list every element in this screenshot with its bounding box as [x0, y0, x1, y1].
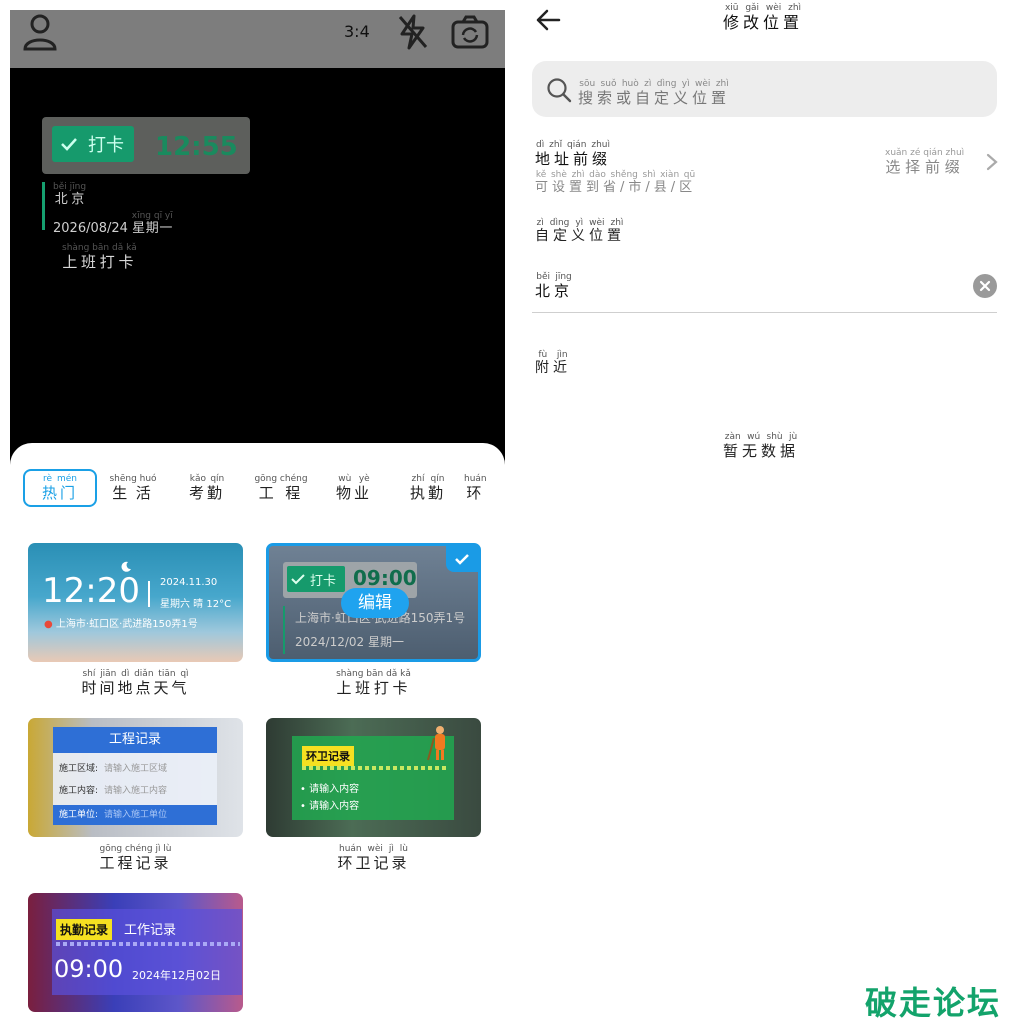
template-card-duty[interactable]: 执勤记录 工作记录 09:00 2024年12月02日 — [28, 893, 243, 1012]
card-address: ● 上海市·虹口区·武进路150弄1号 — [44, 619, 198, 630]
template-card-time-weather[interactable]: 12:20 2024.11.30 星期六 晴 12°C ● 上海市·虹口区·武进… — [28, 543, 243, 662]
template-sheet: 热门rè mén 生活shēng huó 考勤kǎo qín 工程gōng ch… — [10, 443, 505, 1020]
sweeper-icon — [427, 726, 445, 761]
card-date: 2024年12月02日 — [132, 969, 221, 982]
nearby-label: 附近fù jìn — [535, 350, 571, 376]
watermark-subtitle: 上班打卡shàng bān dǎ kǎ — [62, 243, 137, 271]
clock-in-label: 打卡 — [88, 135, 124, 156]
location-pin-icon: ● — [44, 619, 53, 630]
card-divider — [56, 942, 240, 946]
card-time: 09:00 — [353, 566, 417, 590]
camera-toolbar: 3:4 — [10, 10, 505, 68]
template-label-engineering: 工程记录gōng chéng jì lù — [99, 844, 172, 872]
address-prefix-label: 地址前缀dì zhǐ qián zhuì — [535, 140, 612, 168]
tab-duty[interactable]: 执勤zhí qín — [391, 469, 465, 507]
template-label-clock-in: 上班打卡shàng bān dǎ kǎ — [336, 669, 411, 697]
category-tabs: 热门rè mén 生活shēng huó 考勤kǎo qín 工程gōng ch… — [10, 467, 505, 509]
card-date: 2024.11.30 — [160, 577, 218, 588]
camera-panel: 3:4 打卡 12:55 北京běi jīng 2026/08/24 星期一xī… — [10, 10, 505, 1020]
watermark-date: 2026/08/24 星期一xīng qī yī — [53, 211, 173, 236]
clock-in-chip: 打卡 — [52, 126, 134, 162]
template-card-sanitation[interactable]: 环卫记录 • 请输入内容 • 请输入内容 — [266, 718, 481, 837]
card-row: • 请输入内容 — [300, 784, 360, 795]
template-card-engineering[interactable]: 工程记录 施工区域: 请输入施工区域 施工内容: 请输入施工内容 施工单位: 请输入施… — [28, 718, 243, 837]
select-prefix-button[interactable]: 选择前缀xuǎn zé qián zhuì — [885, 148, 964, 177]
empty-state-text: 暂无数据zàn wú shù jù — [723, 432, 800, 460]
card-tag: 执勤记录 — [56, 919, 113, 940]
card-tag: 环卫记录 — [302, 746, 354, 766]
page-title: 修改位置xiū gǎi wèi zhì — [723, 3, 804, 32]
card-divider — [148, 581, 150, 607]
card-row-unit: 施工单位: 请输入施工单位 — [53, 805, 217, 825]
card-header: 工程记录 — [53, 727, 217, 753]
card-title: 工作记录 — [124, 923, 177, 938]
card-time: 09:00 — [54, 955, 124, 983]
watermark-timestamp[interactable]: 打卡 12:55 — [42, 117, 250, 174]
edit-location-panel: 修改位置xiū gǎi wèi zhì 搜索或自定义位置sōu suǒ huò … — [515, 0, 1020, 1020]
back-arrow-icon[interactable] — [533, 6, 563, 34]
address-prefix-hint: 可设置到省/市/县/区kě shè zhì dào shěng shì xiàn… — [535, 170, 697, 195]
selected-check-icon — [446, 546, 478, 572]
tab-life[interactable]: 生活shēng huó — [96, 469, 170, 507]
card-row-content: 施工内容: 请输入施工内容 — [59, 786, 168, 796]
card-body: 施工区域: 请输入施工区域 施工内容: 请输入施工内容 — [53, 753, 217, 805]
tab-hot[interactable]: 热门rè mén — [23, 469, 97, 507]
check-icon — [291, 573, 305, 584]
search-placeholder: 搜索或自定义位置sōu suǒ huò zì dìng yì wèi zhì — [578, 79, 731, 107]
edit-button[interactable]: 编辑 — [341, 588, 409, 618]
card-weather: 星期六 晴 12°C — [160, 599, 232, 610]
check-icon — [61, 138, 77, 151]
template-card-clock-in[interactable]: 打卡 09:00 上海市·虹口区·武进路150弄1号 2024/12/02 星期… — [266, 543, 481, 662]
search-icon — [547, 78, 572, 103]
tab-property[interactable]: 物业wù yè — [317, 469, 391, 507]
divider — [532, 312, 997, 313]
flash-off-icon[interactable] — [393, 12, 433, 52]
watermark-time: 12:55 — [155, 132, 238, 162]
custom-location-label: 自定义位置zì dìng yì wèi zhì — [535, 218, 625, 244]
watermark-city: 北京běi jīng — [53, 182, 87, 207]
card-row-area: 施工区域: 请输入施工区域 — [59, 764, 168, 774]
camera-preview[interactable]: 打卡 12:55 北京běi jīng 2026/08/24 星期一xīng q… — [10, 68, 505, 453]
card-row: • 请输入内容 — [300, 801, 360, 812]
template-label-time-weather: 时间地点天气shí jiān dì diǎn tiān qì — [81, 669, 190, 697]
user-icon[interactable] — [20, 12, 60, 52]
card-divider — [302, 766, 448, 770]
chevron-right-icon[interactable] — [985, 153, 999, 171]
search-input[interactable]: 搜索或自定义位置sōu suǒ huò zì dìng yì wèi zhì — [532, 61, 997, 117]
tab-engineering[interactable]: 工程gōng chéng — [244, 469, 318, 507]
aspect-ratio-button[interactable]: 3:4 — [344, 22, 370, 41]
clear-icon[interactable] — [973, 274, 997, 298]
location-field[interactable]: 北京běi jīng — [535, 272, 573, 301]
tab-sanitation[interactable]: 环huán — [464, 469, 504, 507]
card-time: 12:20 — [42, 571, 140, 611]
template-label-sanitation: 环卫记录huán wèi jì lù — [337, 844, 410, 872]
site-watermark: 破走论坛 — [865, 984, 1002, 1020]
card-clock-in-chip: 打卡 — [287, 566, 345, 592]
watermark-info: 北京běi jīng 2026/08/24 星期一xīng qī yī — [42, 182, 173, 236]
switch-camera-icon[interactable] — [450, 12, 490, 52]
tab-attendance[interactable]: 考勤kǎo qín — [170, 469, 244, 507]
